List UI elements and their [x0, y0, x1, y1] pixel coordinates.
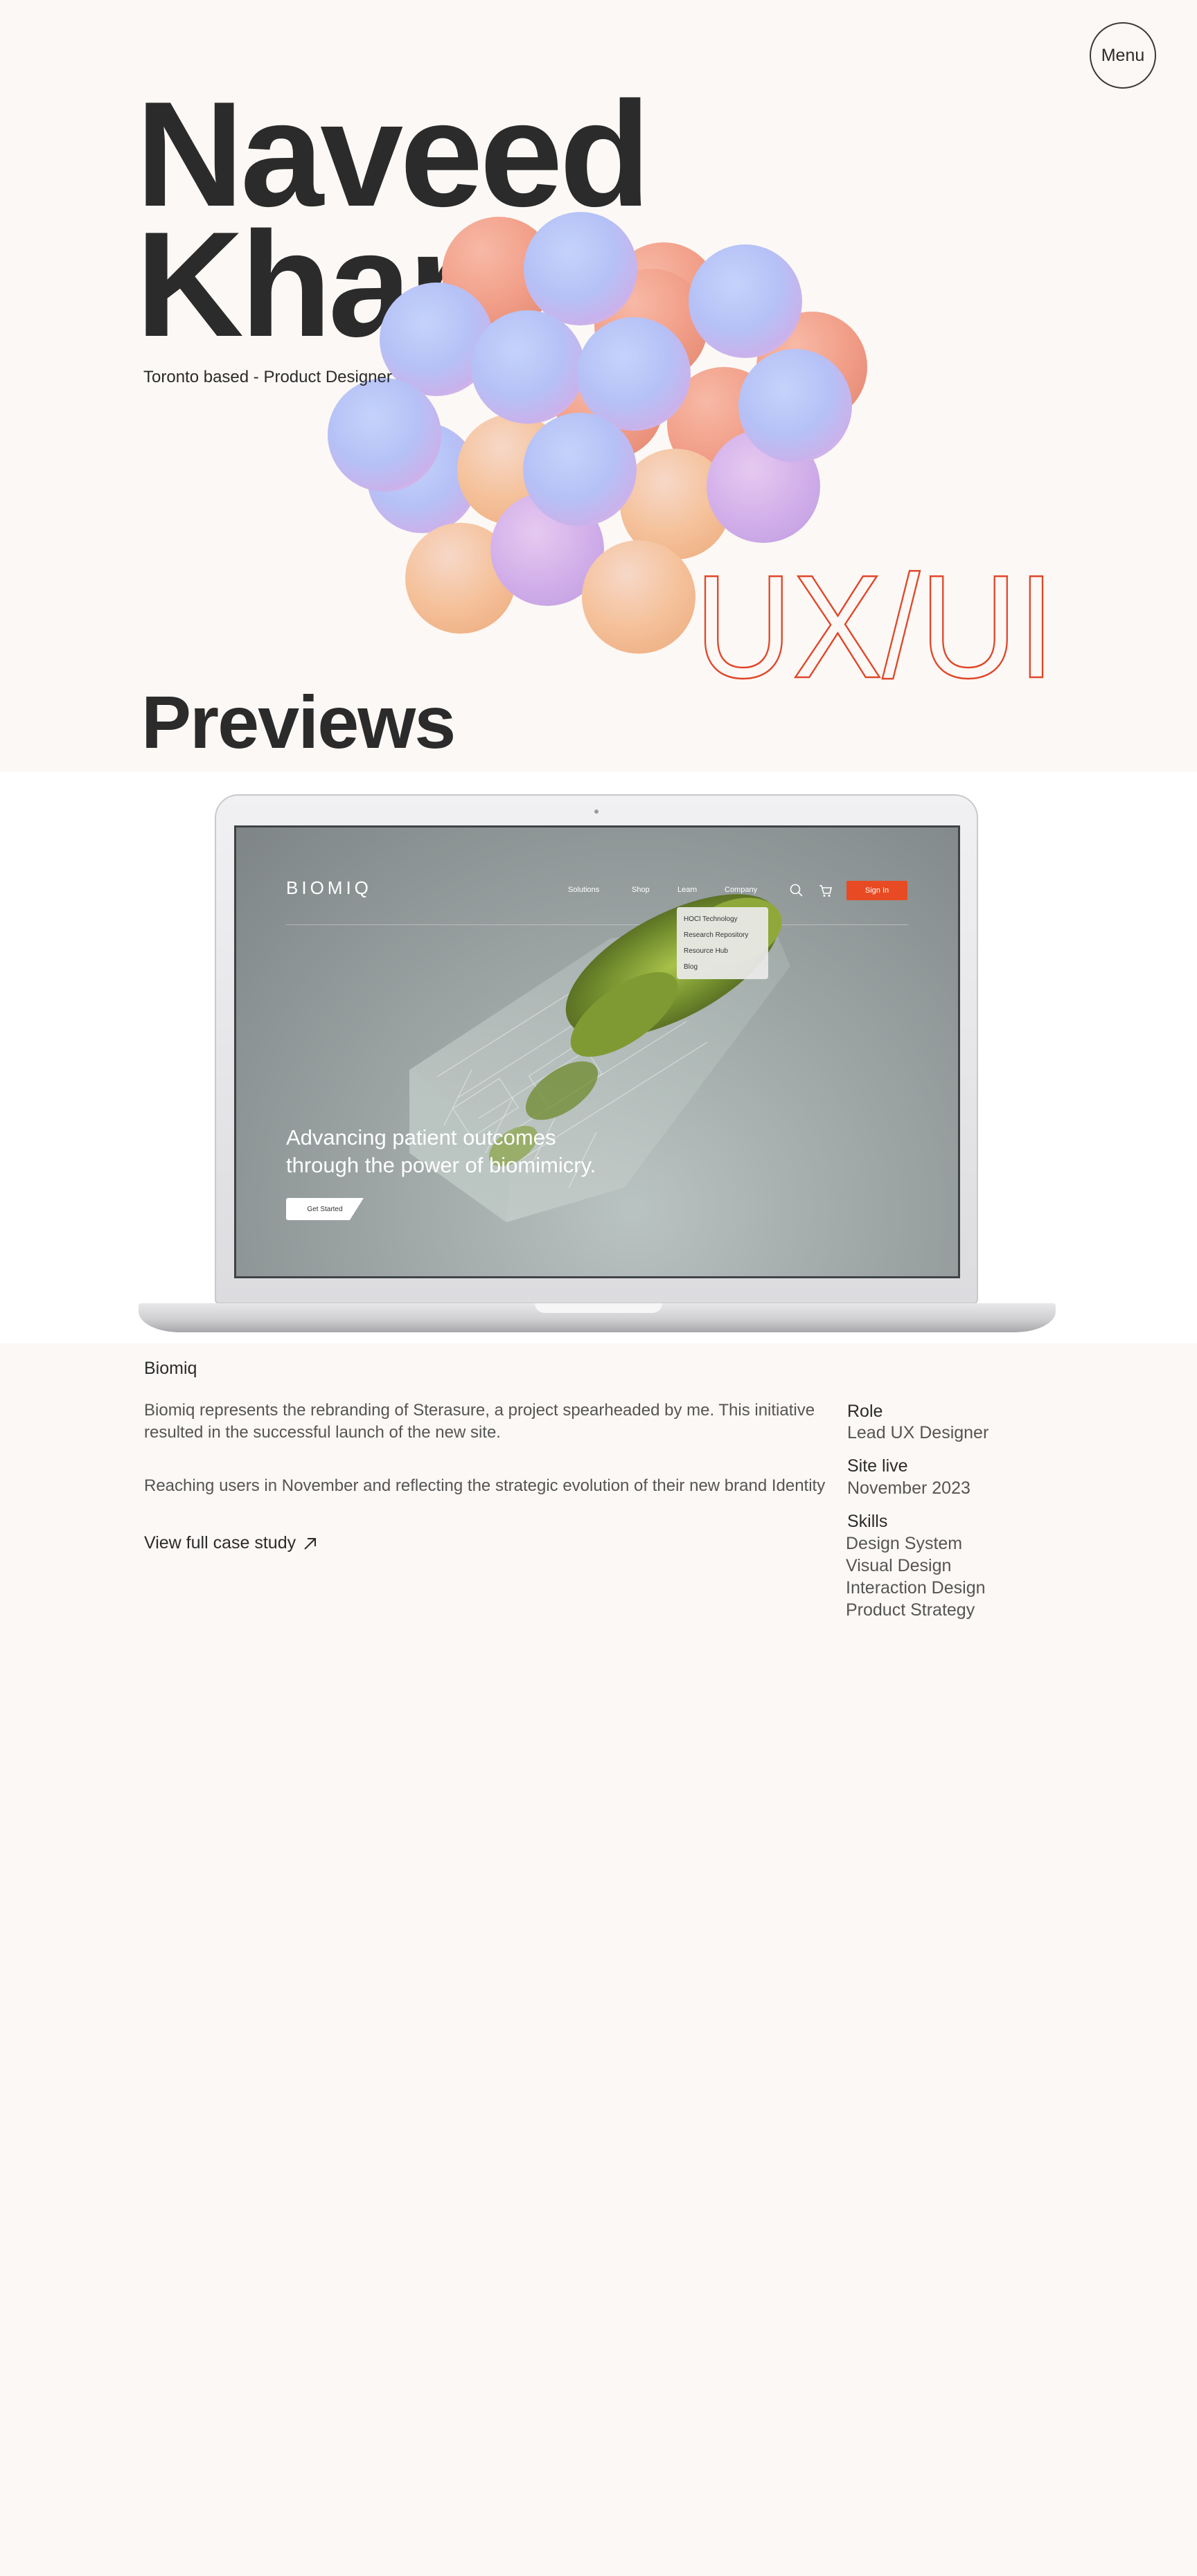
skill-item: Product Strategy [846, 1600, 975, 1620]
hero-name-first: Naveed [136, 70, 650, 238]
skill-item: Design System [846, 1534, 963, 1553]
site-live-value: November 2023 [847, 1478, 970, 1498]
hero-tagline: Toronto based - Product Designer [143, 368, 392, 386]
project-description-secondary: Reaching users in November and reflectin… [144, 1476, 826, 1495]
laptop-camera [594, 810, 598, 814]
laptop-screen[interactable]: BIOMIQ Solutions Shop Learn Company Sign… [234, 825, 960, 1278]
mockup-hero-line: through the power of biomimicry. [286, 1153, 596, 1177]
dropdown-item[interactable]: Research Repository [684, 927, 761, 943]
dropdown-item[interactable]: Resource Hub [684, 943, 761, 959]
skill-item: Visual Design [846, 1556, 952, 1575]
skill-item: Interaction Design [846, 1578, 986, 1598]
project-description: Biomiq represents the rebranding of Ster… [144, 1401, 815, 1442]
menu-button[interactable]: Menu [1090, 22, 1156, 89]
moss-glass-artwork [409, 894, 790, 1222]
role-value: Lead UX Designer [847, 1423, 989, 1442]
hero-name: Naveed Khan [136, 70, 650, 368]
skills-label: Skills [847, 1512, 888, 1531]
dropdown-item[interactable]: HOCl Technology [684, 911, 761, 927]
project-name: Biomiq [144, 1359, 197, 1378]
ux-ui-text: UX/UI [695, 544, 1055, 708]
hero-name-last: Khan [136, 200, 499, 368]
role-label: Role [847, 1402, 883, 1421]
view-case-study-link[interactable]: View full case study [144, 1533, 318, 1553]
laptop-notch [535, 1303, 662, 1313]
mockup-hero-line: Advancing patient outcomes [286, 1125, 556, 1150]
case-study-label[interactable]: View full case study [144, 1533, 296, 1553]
site-live-label: Site live [847, 1456, 908, 1476]
mockup-hero-heading: Advancing patient outcomes through the p… [286, 1124, 596, 1179]
dropdown-item[interactable]: Blog [684, 959, 761, 975]
arrow-up-right-icon[interactable] [303, 1536, 318, 1551]
previews-heading: Previews [141, 680, 456, 764]
mockup-learn-dropdown: HOCl Technology Research Repository Reso… [677, 907, 768, 979]
